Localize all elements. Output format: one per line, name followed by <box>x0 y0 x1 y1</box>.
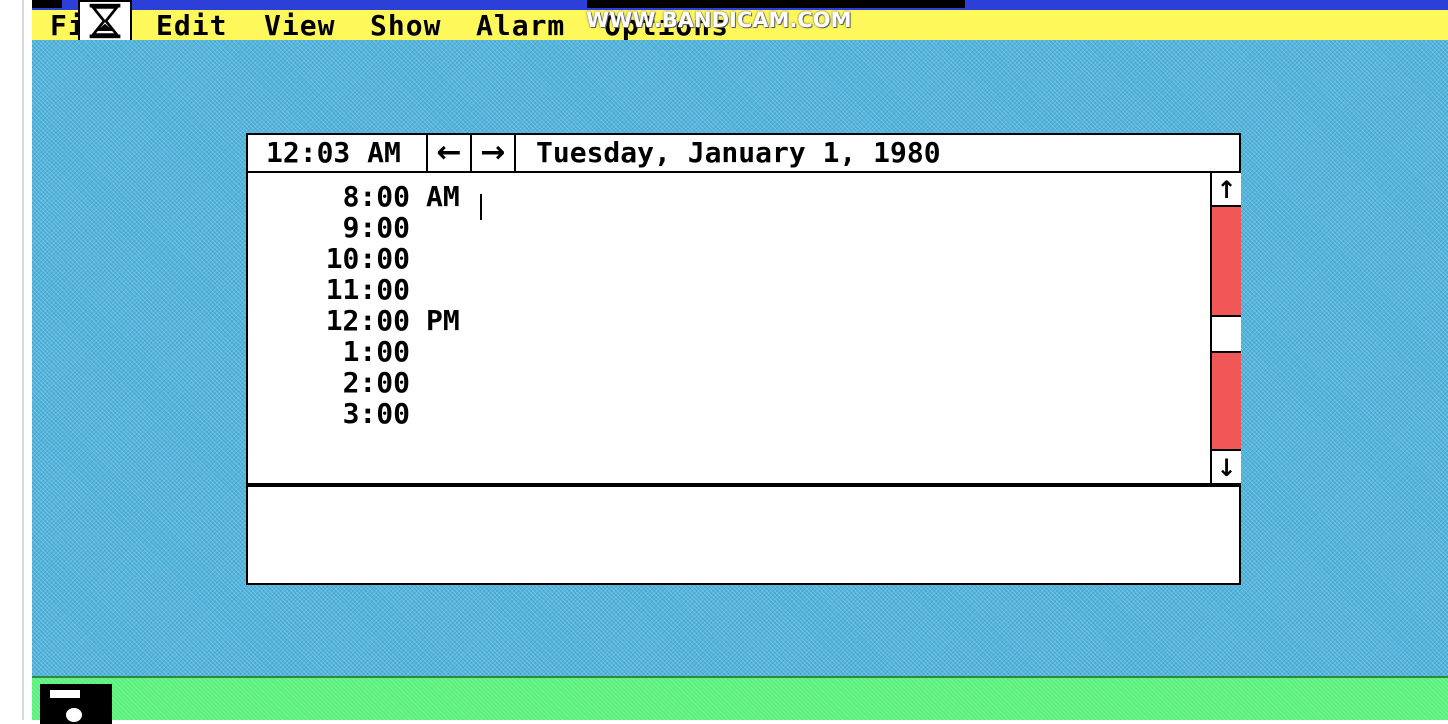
hour-ampm: AM <box>426 180 460 213</box>
calendar-header: 12:03 AM ← → Tuesday, January 1, 1980 <box>248 135 1239 173</box>
hour-row[interactable]: 2:00 <box>248 367 1210 398</box>
hour-row[interactable]: 9:00 <box>248 212 1210 243</box>
hour-row[interactable]: 1:00 <box>248 336 1210 367</box>
system-menu-button[interactable] <box>32 0 62 8</box>
left-margin <box>0 0 22 720</box>
arrow-left-icon: ← <box>436 135 462 170</box>
scroll-up-button[interactable]: ↑ <box>1212 173 1241 207</box>
left-divider <box>22 0 24 720</box>
notes-area[interactable] <box>248 483 1239 583</box>
hour-row[interactable]: 12:00 PM <box>248 305 1210 336</box>
hourglass-cursor-icon <box>78 0 132 42</box>
arrow-right-icon: → <box>480 135 506 170</box>
scroll-thumb[interactable] <box>1212 315 1241 353</box>
menu-alarm[interactable]: Alarm <box>476 10 565 42</box>
menu-view[interactable]: View <box>264 10 335 42</box>
menu-edit[interactable]: Edit <box>156 10 227 42</box>
hour-time: 8:00 <box>342 180 410 213</box>
arrow-down-icon: ↓ <box>1216 454 1237 482</box>
current-time: 12:03 AM <box>248 135 428 171</box>
recording-watermark: WWW.BANDICAM.COM <box>586 8 852 32</box>
hour-time: 11:00 <box>325 273 410 306</box>
hour-row[interactable]: 11:00 <box>248 274 1210 305</box>
arrow-up-icon: ↑ <box>1216 176 1237 204</box>
next-day-button[interactable]: → <box>472 135 516 171</box>
appointment-list[interactable]: 8:00 AM 9:00 10:00 11:00 12:00 PM 1:00 2… <box>248 173 1210 483</box>
previous-day-button[interactable]: ← <box>428 135 472 171</box>
hour-time: 12:00 <box>325 304 410 337</box>
disk-drive-icon[interactable] <box>40 684 112 724</box>
hour-time: 9:00 <box>342 211 410 244</box>
hour-time: 3:00 <box>342 397 410 430</box>
icon-area <box>32 676 1448 724</box>
menu-show[interactable]: Show <box>370 10 441 42</box>
hour-row[interactable]: 10:00 <box>248 243 1210 274</box>
hour-row[interactable]: 3:00 <box>248 398 1210 429</box>
window-title <box>587 0 965 8</box>
hour-ampm: PM <box>426 304 460 337</box>
desktop: Fi Edit View Show Alarm Options WWW.BAND… <box>0 0 1448 724</box>
calendar-window: 12:03 AM ← → Tuesday, January 1, 1980 8:… <box>246 133 1241 585</box>
vertical-scrollbar[interactable]: ↑ ↓ <box>1210 173 1241 483</box>
current-date: Tuesday, January 1, 1980 <box>536 136 941 169</box>
hour-time: 10:00 <box>325 242 410 275</box>
hour-row[interactable]: 8:00 AM <box>248 180 1210 220</box>
hour-time: 2:00 <box>342 366 410 399</box>
disk-label <box>50 690 80 698</box>
hour-time: 1:00 <box>342 335 410 368</box>
scroll-down-button[interactable]: ↓ <box>1212 449 1241 483</box>
